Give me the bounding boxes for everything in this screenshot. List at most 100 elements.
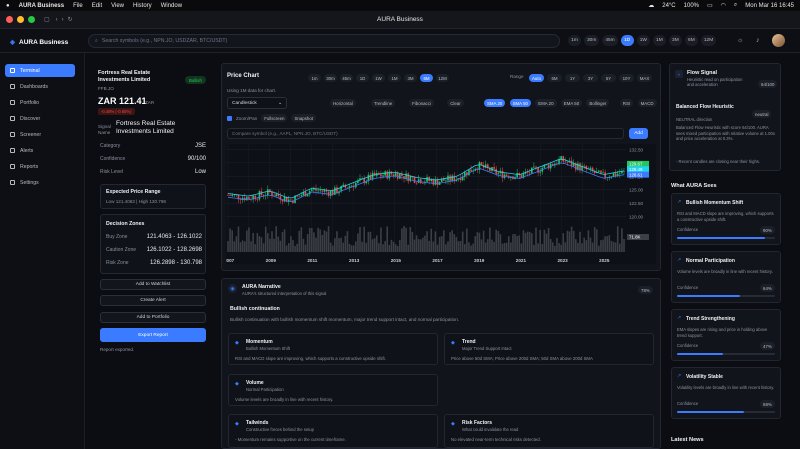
timeframe-3M[interactable]: 3M	[668, 35, 682, 46]
timeframe-30m[interactable]: 30m	[584, 35, 600, 46]
timeframe-12M[interactable]: 12M	[700, 35, 717, 46]
search-icon[interactable]: ⌕	[734, 2, 737, 9]
reload-icon[interactable]: ↻	[68, 16, 73, 23]
volume-bar	[606, 236, 609, 252]
period-MAX[interactable]: MAX	[637, 74, 652, 82]
timeframe-1D[interactable]: 1D	[620, 35, 634, 46]
period-10Y[interactable]: 10Y	[619, 74, 634, 82]
period-3Y[interactable]: 3Y	[583, 74, 598, 82]
menu-view[interactable]: View	[111, 3, 124, 9]
sidebar-item-alerts[interactable]: Alerts	[5, 144, 75, 157]
compare-symbol-input[interactable]: Compare symbol (e.g., AAPL, NPN.JO, BTC/…	[227, 128, 624, 139]
snapshot-button[interactable]: Snapshot	[291, 114, 317, 122]
add-to-portfolio-button[interactable]: Add to Portfolio	[100, 312, 206, 323]
block-body: Volume levels are broadly in line with r…	[235, 397, 334, 402]
indicator-bollinger[interactable]: Bollinger	[586, 99, 610, 107]
minimize-window-button[interactable]	[17, 16, 24, 23]
avatar[interactable]	[772, 34, 785, 47]
sidebar-item-terminal[interactable]: Terminal	[5, 64, 75, 77]
forward-icon[interactable]: ›	[62, 17, 64, 23]
chart-type-select[interactable]: Candlestick ⌄	[227, 97, 287, 109]
volume-bar	[608, 235, 611, 252]
volume-bar	[554, 245, 556, 252]
chart-range-6M[interactable]: 6M	[420, 74, 433, 82]
weather-icon[interactable]: ☁	[648, 2, 654, 9]
tool-trendline[interactable]: Trendline	[371, 99, 396, 107]
timeframe-1m[interactable]: 1m	[568, 35, 581, 46]
battery-icon[interactable]: ▭	[707, 2, 713, 9]
sidebar-item-portfolio[interactable]: Portfolio	[5, 96, 75, 109]
volume-bar	[302, 238, 305, 252]
bell-icon[interactable]: ♪	[756, 37, 760, 44]
menu-edit[interactable]: Edit	[92, 3, 102, 9]
app-menu[interactable]: AURA Business	[19, 3, 64, 9]
close-window-button[interactable]	[6, 16, 13, 23]
indicator-macd[interactable]: MACD	[637, 99, 657, 107]
brand[interactable]: ◈ AURA Business	[10, 38, 68, 47]
chart-range-3M[interactable]: 3M	[404, 74, 417, 82]
period-Auto[interactable]: Auto	[529, 74, 544, 82]
create-alert-button[interactable]: Create Alert	[100, 295, 206, 306]
candle-body	[602, 172, 604, 173]
timeframe-6M[interactable]: 6M	[684, 35, 698, 46]
sidebar-item-dashboards[interactable]: Dashboards	[5, 80, 75, 93]
candle-body	[535, 166, 537, 168]
period-5Y[interactable]: 5Y	[601, 74, 616, 82]
wifi-icon[interactable]: ◠	[721, 2, 726, 9]
tool-clear[interactable]: Clear	[447, 99, 464, 107]
indicator-ema-50[interactable]: EMA 50	[560, 99, 583, 107]
zoom-window-button[interactable]	[28, 16, 35, 23]
tool-fibonacci[interactable]: Fibonacci	[409, 99, 434, 107]
indicator-sma-20[interactable]: SMA 20	[484, 99, 506, 107]
menu-file[interactable]: File	[73, 3, 83, 9]
block-subtitle: Major Trend Support Intact	[462, 346, 512, 351]
export-report-button[interactable]: Export Report	[100, 328, 206, 342]
candle-body	[298, 196, 301, 197]
timeframe-1W[interactable]: 1W	[636, 35, 650, 46]
menu-window[interactable]: Window	[161, 3, 182, 9]
fullscreen-button[interactable]: Fullscreen	[261, 114, 288, 122]
volume-bar	[229, 228, 231, 252]
menu-history[interactable]: History	[133, 3, 152, 9]
clock[interactable]: Mon Mar 16 16:45	[745, 3, 794, 9]
search-bar[interactable]: ⌕ Search symbols (e.g., NPN.JO, USDZAR, …	[88, 34, 560, 48]
add-to-watchlist-button[interactable]: Add to Watchlist	[100, 279, 206, 290]
chart-range-30m[interactable]: 30m	[324, 74, 337, 82]
price-change: -0.48% (-0.60%)	[98, 108, 135, 115]
add-compare-button[interactable]: Add	[629, 128, 648, 139]
zoom-pan-checkbox[interactable]	[227, 115, 232, 121]
volume-bar	[348, 243, 351, 252]
chart-range-1M[interactable]: 1M	[388, 74, 401, 82]
period-1Y[interactable]: 1Y	[565, 74, 580, 82]
tool-horizontal[interactable]: Horizontal	[330, 99, 356, 107]
chart-range-45m[interactable]: 45m	[340, 74, 353, 82]
volume-bar	[350, 245, 353, 252]
price-chart[interactable]: 132.50130.00127.50125.00122.50120.00129.…	[226, 144, 656, 264]
apple-icon[interactable]: ●	[6, 3, 10, 9]
timeframe-45m[interactable]: 45m	[602, 35, 618, 46]
chart-range-1W[interactable]: 1W	[372, 74, 385, 82]
sidebar-toggle-icon[interactable]: ▢	[44, 16, 50, 23]
candle-body	[290, 199, 292, 201]
search-input[interactable]: Search symbols (e.g., NPN.JO, USDZAR, BT…	[102, 38, 227, 44]
indicator-sma-50[interactable]: SMA 50	[509, 99, 531, 107]
volume-bar	[505, 242, 508, 252]
sidebar-item-discover[interactable]: Discover	[5, 112, 75, 125]
sentiment-badge: Bullish	[185, 76, 206, 84]
timeframe-1M[interactable]: 1M	[652, 35, 666, 46]
chart-range-1m[interactable]: 1m	[308, 74, 321, 82]
volume-bar	[254, 244, 257, 252]
indicator-rsi[interactable]: RSI	[619, 99, 634, 107]
indicator-ema-20[interactable]: EMA 20	[535, 99, 557, 107]
volume-bar	[593, 227, 596, 252]
back-icon[interactable]: ‹	[56, 17, 58, 23]
sidebar-item-reports[interactable]: Reports	[5, 160, 75, 173]
sidebar-item-settings[interactable]: Settings	[5, 176, 75, 189]
sidebar-item-screener[interactable]: Screener	[5, 128, 75, 141]
chart-range-1D[interactable]: 1D	[356, 74, 369, 82]
volume-bar	[313, 232, 315, 252]
chart-range-12M[interactable]: 12M	[436, 74, 449, 82]
volume-bar	[526, 231, 529, 252]
sun-icon[interactable]: ☼	[737, 37, 743, 44]
period-6M[interactable]: 6M	[547, 74, 562, 82]
